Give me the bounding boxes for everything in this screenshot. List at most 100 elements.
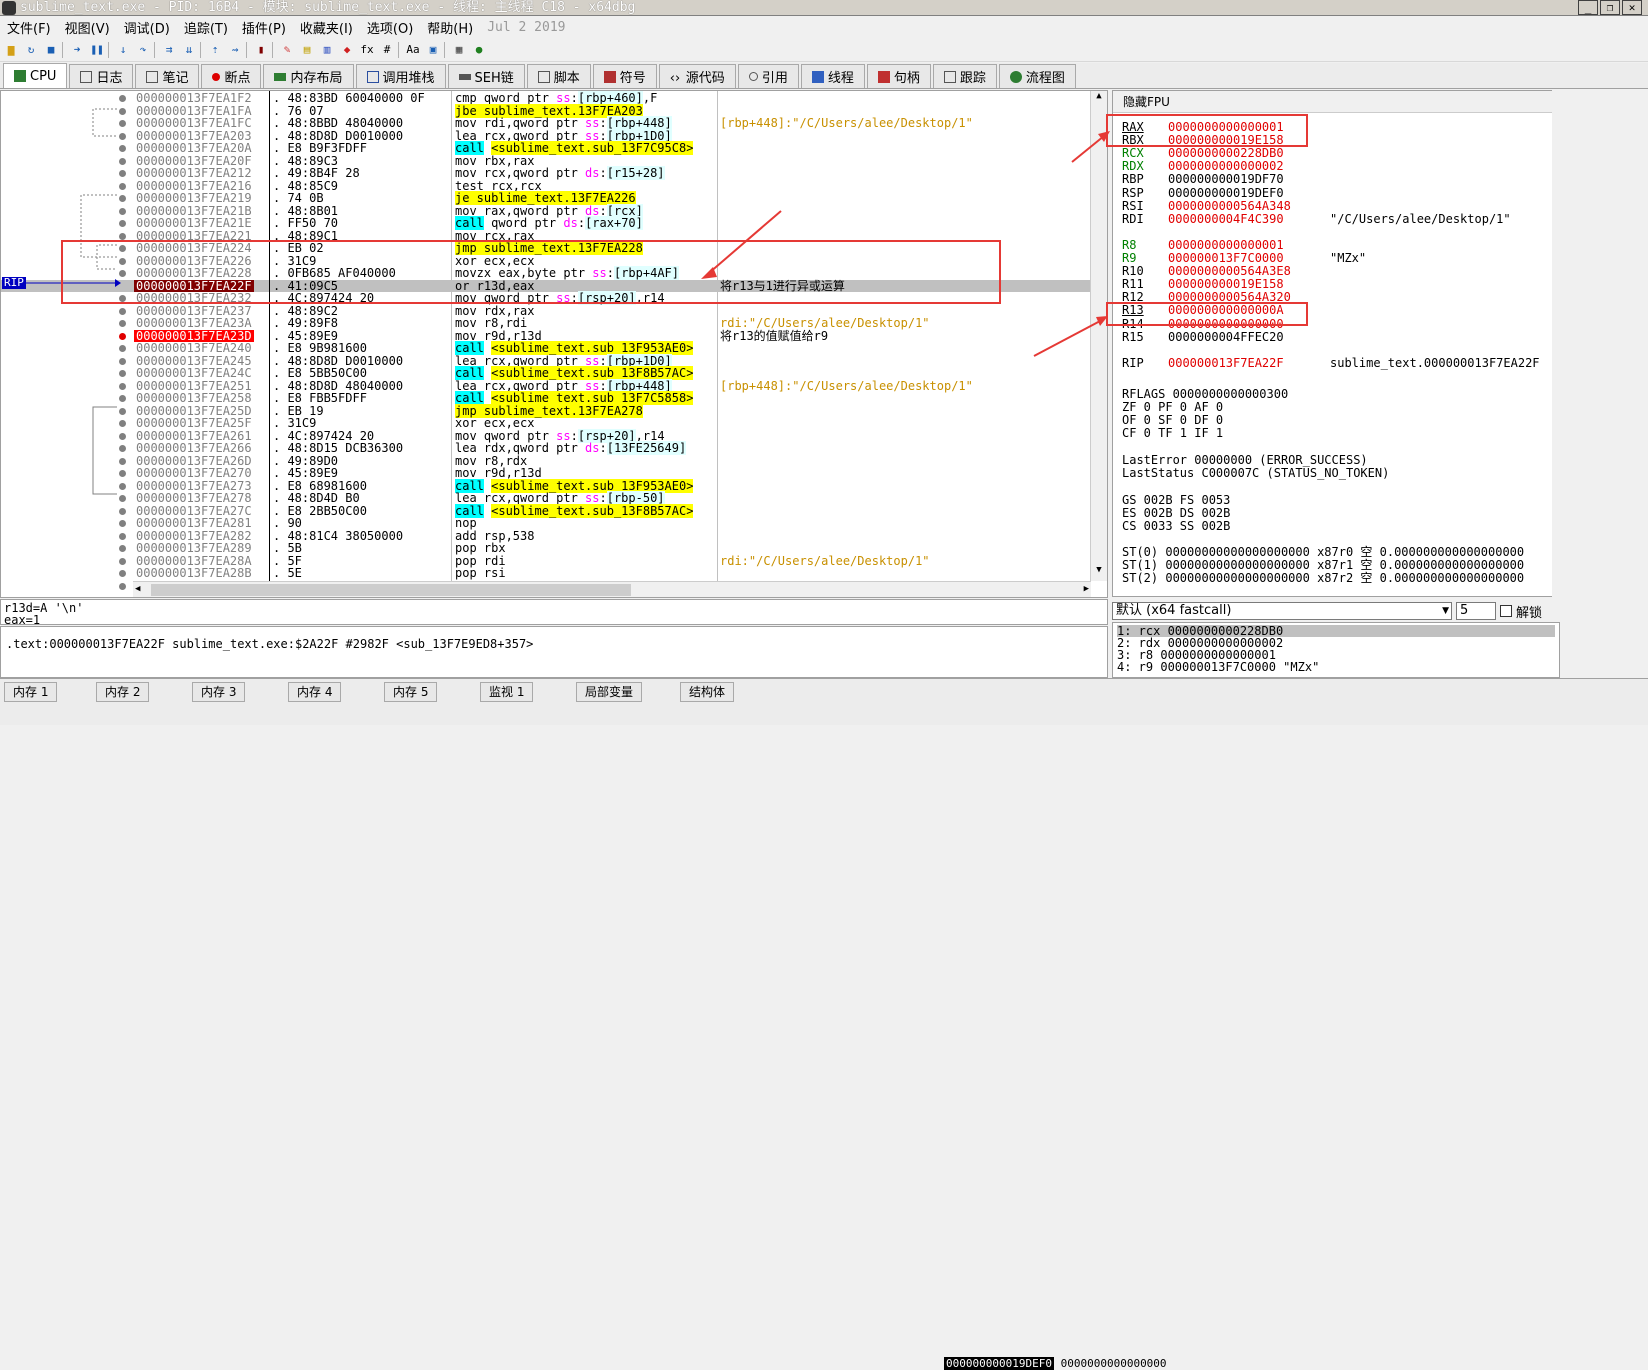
menu-debug[interactable]: 调试(D) [117,18,177,37]
tab-graph[interactable]: 流程图 [998,64,1076,88]
tab-dump-5[interactable]: 内存 5 [384,682,438,702]
disasm-row[interactable]: 000000013F7EA20A . E8 B9F3FDFF call <subli… [1,141,1091,155]
step-into-icon[interactable]: ↓ [114,41,132,59]
register-rcx[interactable]: RCX 0000000000228DB0 [1122,147,1330,160]
registers-pane[interactable]: 隐藏FPU RAX 0000000000000001 RBX 000000000019… [1112,90,1560,597]
menu-favourites[interactable]: 收藏夹(I) [293,18,360,37]
function-icon[interactable]: fx [358,41,376,59]
tab-handles[interactable]: 句柄 [866,64,931,88]
calling-convention-select[interactable]: 默认 (x64 fastcall) [1112,602,1452,620]
disasm-row[interactable]: 000000013F7EA258 . E8 FBB5FDFF call <subli… [1,391,1091,405]
scylla-icon[interactable]: ▮ [252,41,270,59]
register-r11[interactable]: R11 000000000019E158 [1122,278,1330,291]
strings-icon[interactable]: Aa [404,41,422,59]
disasm-row[interactable]: 000000013F7EA25F . 31C9 xor ecx,ecx [1,417,1091,430]
tab-locals[interactable]: 局部变量 [576,682,643,702]
tab-script[interactable]: 脚本 [526,64,591,88]
globe-icon[interactable]: ● [470,41,488,59]
scroll-left-icon[interactable]: ◀ [135,584,140,594]
patch-icon[interactable]: ✎ [278,41,296,59]
scroll-right-icon[interactable]: ▶ [1084,584,1089,594]
disassembly-pane[interactable]: 000000013F7EA1F2 . 48:83BD 60040000 0F cmp… [0,90,1108,598]
arguments-pane[interactable]: 1: rcx 0000000000228DB0 2: rdx 000000000… [1112,622,1560,678]
disasm-row[interactable]: 000000013F7EA23A . 49:89F8 mov r8,rdi rdi:"… [1,317,1091,330]
menu-trace[interactable]: 追踪(T) [177,18,235,37]
tab-dump-4[interactable]: 内存 4 [288,682,342,702]
tab-memory-map[interactable]: 内存布局 [263,64,354,88]
menu-file[interactable]: 文件(F) [0,18,58,37]
comment-icon[interactable]: ▤ [298,41,316,59]
disasm-row[interactable]: 000000013F7EA1FC . 48:8BBD 48040000 mov rd… [1,116,1091,130]
hide-fpu-button[interactable]: 隐藏FPU [1113,91,1559,113]
calls-icon[interactable]: ▣ [424,41,442,59]
menu-view[interactable]: 视图(V) [58,18,117,37]
register-rsi[interactable]: RSI 0000000000564A348 [1122,199,1330,213]
execute-till-return-icon[interactable]: ⇡ [206,41,224,59]
minimize-button[interactable]: _ [1578,0,1598,15]
hash-icon[interactable]: # [378,41,396,59]
open-icon[interactable]: ▆ [2,41,20,59]
tab-references[interactable]: 引用 [737,64,799,88]
tab-cpu[interactable]: CPU [3,63,68,88]
registers-scrollbar[interactable] [1552,90,1564,597]
disasm-row[interactable]: 000000013F7EA281 . 90 nop [1,517,1091,530]
pause-icon[interactable]: ❚❚ [88,41,106,59]
tab-threads[interactable]: 线程 [800,64,865,88]
tab-struct[interactable]: 结构体 [680,682,735,702]
tab-source[interactable]: ‹› 源代码 [658,64,736,88]
register-rsp[interactable]: RSP 000000000019DEF0 [1122,186,1330,200]
tab-log[interactable]: 日志 [69,64,134,88]
menu-plugins[interactable]: 插件(P) [235,18,293,37]
trace-into-icon[interactable]: ⇉ [160,41,178,59]
trace-over-icon[interactable]: ⇊ [180,41,198,59]
restart-icon[interactable]: ↻ [22,41,40,59]
register-r9[interactable]: R9 000000013F7C0000 "MZx" [1122,252,1366,265]
tab-notes[interactable]: 笔记 [135,64,200,88]
tab-trace[interactable]: 跟踪 [932,64,997,88]
register-rdi[interactable]: RDI 0000000004F4C390 "/C/Users/alee/Deskto… [1122,212,1511,226]
tab-symbols[interactable]: 符号 [592,64,657,88]
calculator-icon[interactable]: ▦ [450,41,468,59]
disassembly-vertical-scrollbar[interactable]: ▲ ▼ [1090,91,1107,581]
tab-breakpoints[interactable]: 断点 [201,64,262,88]
menu-help[interactable]: 帮助(H) [420,18,480,37]
arg-count-spinner[interactable]: 5 [1456,602,1496,620]
step-over-icon[interactable]: ↷ [134,41,152,59]
tab-dump-2[interactable]: 内存 2 [96,682,150,702]
tab-watch-1[interactable]: 监视 1 [480,682,534,702]
disassembly-horizontal-scrollbar[interactable]: ◀ ▶ [133,581,1091,597]
tab-dump-1[interactable]: 内存 1 [4,682,58,702]
run-icon[interactable]: ➜ [68,41,86,59]
tab-dump-3[interactable]: 内存 3 [192,682,246,702]
stop-icon[interactable]: ■ [42,41,60,59]
register-r15[interactable]: R15 0000000004FFEC20 [1122,330,1330,344]
scroll-up-icon[interactable]: ▲ [1091,91,1107,107]
disasm-row[interactable]: 000000013F7EA278 . 48:8D4D B0 lea rcx,qwor… [1,491,1091,505]
register-rdx[interactable]: RDX 0000000000000002 [1122,160,1330,173]
label-icon[interactable]: ▥ [318,41,336,59]
tab-seh[interactable]: SEH链 [447,64,525,88]
disasm-row[interactable]: 000000013F7EA289 . 5B pop rbx [1,542,1091,555]
register-rbp[interactable]: RBP 000000000019DF70 [1122,173,1330,186]
menu-options[interactable]: 选项(O) [360,18,420,37]
run-to-user-code-icon[interactable]: ⇝ [226,41,244,59]
disasm-row[interactable]: 000000013F7EA240 . E8 9B981600 call <subli… [1,341,1091,355]
disasm-row[interactable]: 000000013F7EA219 . 74 0B je sublime_text.1… [1,191,1091,205]
restore-button[interactable]: ❐ [1600,0,1620,15]
scroll-down-icon[interactable]: ▼ [1091,565,1107,581]
scroll-thumb[interactable] [151,584,631,596]
disasm-row[interactable]: 000000013F7EA1F2 . 48:83BD 60040000 0F cmp… [1,91,1091,105]
unlock-checkbox[interactable] [1500,605,1512,617]
register-r8[interactable]: R8 0000000000000001 [1122,238,1330,252]
disasm-row[interactable]: 000000013F7EA28B . 5E pop rsi [1,567,1091,580]
disasm-row[interactable]: 000000013F7EA21E . FF50 70 call qword ptr … [1,216,1091,230]
register-rip[interactable]: RIP 000000013F7EA22F sublime_text.00000001… [1122,356,1540,370]
disasm-row[interactable]: 000000013F7EA24C . E8 5BB50C00 call <subli… [1,366,1091,380]
tab-call-stack[interactable]: 调用堆栈 [355,64,446,88]
register-r10[interactable]: R10 0000000000564A3E8 [1122,265,1330,278]
close-button[interactable]: ✕ [1622,0,1642,15]
disasm-row[interactable]: 000000013F7EA270 . 45:89E9 mov r9d,r13d [1,467,1091,480]
bookmark-icon[interactable]: ◆ [338,41,356,59]
disasm-row[interactable]: 000000013F7EA212 . 49:8B4F 28 mov rcx,qwor… [1,166,1091,180]
disasm-row[interactable]: 000000013F7EA266 . 48:8D15 DCB36300 lea rd… [1,441,1091,455]
